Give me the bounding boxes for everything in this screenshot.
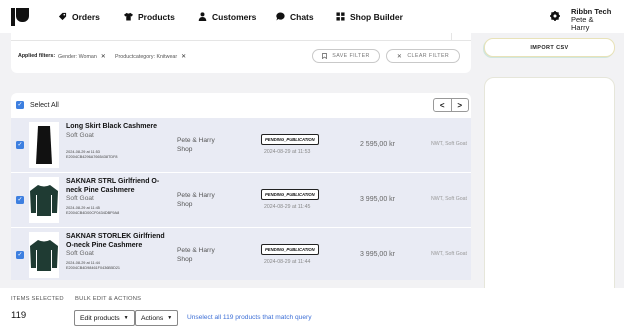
brand-logo[interactable] (11, 8, 29, 26)
filter-chip-gender: Gender: Woman ✕ (58, 53, 106, 60)
status-badge: PENDING_PUBLICATION (261, 189, 319, 200)
close-icon[interactable]: ✕ (101, 54, 106, 60)
side-panel (484, 77, 615, 289)
nav-orders[interactable]: Orders (58, 0, 100, 33)
product-list: ✓ Select All < > ✓ Long Skirt Black Cash… (11, 93, 471, 280)
person-icon (198, 12, 207, 21)
select-all-checkbox[interactable]: ✓ Select All (16, 101, 59, 109)
sweater-image (30, 240, 58, 271)
import-csv-button[interactable]: IMPORT CSV (484, 38, 615, 57)
filter-panel: Applied filters: Gender: Woman ✕ Productc… (11, 33, 471, 73)
status-badge: PENDING_PUBLICATION (261, 244, 319, 255)
status-date: 2024-08-29 at 11:44 (264, 259, 311, 265)
product-thumbnail (29, 177, 59, 223)
sweater-image (30, 185, 58, 216)
product-condition: NWT, Soft Goat (430, 196, 467, 202)
product-condition: NWT, Soft Goat (430, 141, 467, 147)
account-shop: Pete & Harry (571, 15, 594, 32)
filter-chip-category: Productcategory: Knitwear ✕ (115, 53, 186, 60)
product-shop: Pete & Harry Shop (177, 192, 215, 208)
gear-icon[interactable] (550, 11, 560, 21)
nav-customers[interactable]: Customers (198, 0, 256, 33)
product-id: E2004CB4296A7665438TDF8 (66, 155, 118, 159)
product-shop: Pete & Harry Shop (177, 247, 215, 263)
product-price: 3 995,00 kr (359, 251, 395, 258)
prev-page-button[interactable]: < (434, 99, 451, 111)
chevron-down-icon: ▼ (123, 315, 129, 321)
row-checkbox[interactable]: ✓ (16, 251, 24, 259)
tag-icon (58, 12, 67, 21)
pagination: < > (433, 98, 469, 112)
filter-chip-label: Gender: Woman (58, 54, 97, 60)
nav-products[interactable]: Products (124, 0, 175, 33)
nav-customers-label: Customers (212, 11, 257, 22)
bulk-action-bar: ITEMS SELECTED BULK EDIT & ACTIONS 119 E… (0, 288, 624, 331)
status-date: 2024-08-29 at 11:53 (264, 149, 311, 155)
selected-count: 119 (11, 310, 27, 321)
product-id: E2004CB4D00CF0434DBF9A8 (66, 211, 120, 215)
bulk-edit-label: BULK EDIT & ACTIONS (75, 296, 142, 302)
product-title[interactable]: Long Skirt Black Cashmere (66, 123, 166, 132)
product-thumbnail (29, 232, 59, 278)
actions-dropdown[interactable]: Actions ▼ (135, 310, 179, 326)
bookmark-icon (322, 53, 328, 59)
unselect-all-link[interactable]: Unselect all 119 products that match que… (187, 314, 312, 321)
nav-shop-builder-label: Shop Builder (350, 11, 403, 22)
shirt-icon (124, 12, 133, 21)
items-selected-label: ITEMS SELECTED (11, 296, 64, 302)
product-price: 3 995,00 kr (359, 196, 395, 203)
status-badge: PENDING_PUBLICATION (261, 134, 319, 145)
next-page-button[interactable]: > (450, 99, 469, 111)
checkmark-icon: ✓ (16, 101, 24, 109)
product-brand: Soft Goat (66, 195, 94, 202)
product-condition: NWT, Soft Goat (430, 251, 467, 257)
nav-orders-label: Orders (72, 11, 100, 22)
product-shop: Pete & Harry Shop (177, 137, 215, 153)
divider (451, 33, 452, 40)
top-navigation: Orders Products Customers Chats Shop Bui… (0, 0, 624, 33)
product-brand: Soft Goat (66, 132, 94, 139)
nav-chats-label: Chats (290, 11, 314, 22)
close-icon: ✕ (396, 53, 403, 60)
select-all-label: Select All (30, 101, 59, 109)
skirt-image (36, 126, 52, 164)
divider (11, 40, 471, 41)
applied-filters-label: Applied filters: (18, 53, 56, 59)
product-brand: Soft Goat (66, 250, 94, 257)
clear-filter-button[interactable]: ✕ CLEAR FILTER (386, 49, 460, 63)
grid-icon (336, 12, 345, 21)
account-menu[interactable]: Ribbn Tech Pete & Harry (571, 8, 612, 32)
close-icon[interactable]: ✕ (181, 54, 186, 60)
table-row[interactable]: ✓ SAKNAR STORLEK Girlfriend O-neck Pine … (11, 228, 471, 280)
filter-chip-label: Productcategory: Knitwear (115, 54, 178, 60)
table-row[interactable]: ✓ SAKNAR STRL Girlfriend O-neck Pine Cas… (11, 173, 471, 227)
nav-chats[interactable]: Chats (276, 0, 314, 33)
nav-products-label: Products (138, 11, 175, 22)
row-checkbox[interactable]: ✓ (16, 141, 24, 149)
edit-products-dropdown[interactable]: Edit products ▼ (74, 310, 135, 326)
save-filter-button[interactable]: SAVE FILTER (312, 49, 380, 63)
row-checkbox[interactable]: ✓ (16, 196, 24, 204)
status-date: 2024-08-29 at 11:45 (264, 204, 311, 210)
table-row[interactable]: ✓ Long Skirt Black Cashmere Soft Goat 20… (11, 118, 471, 172)
nav-shop-builder[interactable]: Shop Builder (336, 0, 403, 33)
chevron-down-icon: ▼ (167, 315, 173, 321)
product-price: 2 595,00 kr (359, 141, 395, 148)
product-title[interactable]: SAKNAR STRL Girlfriend O-neck Pine Cashm… (66, 178, 166, 195)
product-title[interactable]: SAKNAR STORLEK Girlfriend O-neck Pine Ca… (66, 233, 166, 250)
product-thumbnail (29, 122, 59, 168)
chat-icon (276, 12, 285, 21)
product-id: E2004CB4D98461F0436B5D21 (66, 266, 121, 270)
